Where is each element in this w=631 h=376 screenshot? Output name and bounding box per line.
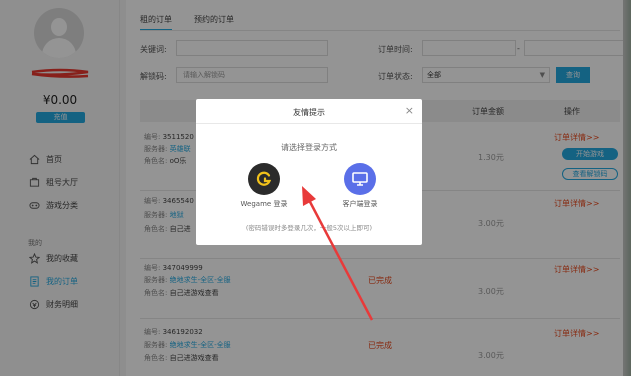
wegame-login-label: Wegame 登录: [240, 200, 288, 208]
close-icon[interactable]: ×: [405, 104, 414, 117]
wegame-login-button[interactable]: Wegame 登录: [234, 163, 294, 209]
dialog-divider: [196, 123, 422, 124]
wegame-icon: [248, 163, 280, 195]
dialog-prompt: 请选择登录方式: [281, 143, 337, 152]
monitor-icon: [344, 163, 376, 195]
client-login-button[interactable]: 客户端登录: [330, 163, 390, 209]
client-login-label: 客户端登录: [342, 200, 378, 208]
dialog-hint: (密码错误时多登录几次，一般5次以上即可): [245, 224, 373, 232]
login-method-dialog: 友情提示 × 请选择登录方式 Wegame 登录 客户端登录 (密码错误时多登录…: [196, 99, 422, 245]
dialog-title: 友情提示: [293, 108, 325, 117]
